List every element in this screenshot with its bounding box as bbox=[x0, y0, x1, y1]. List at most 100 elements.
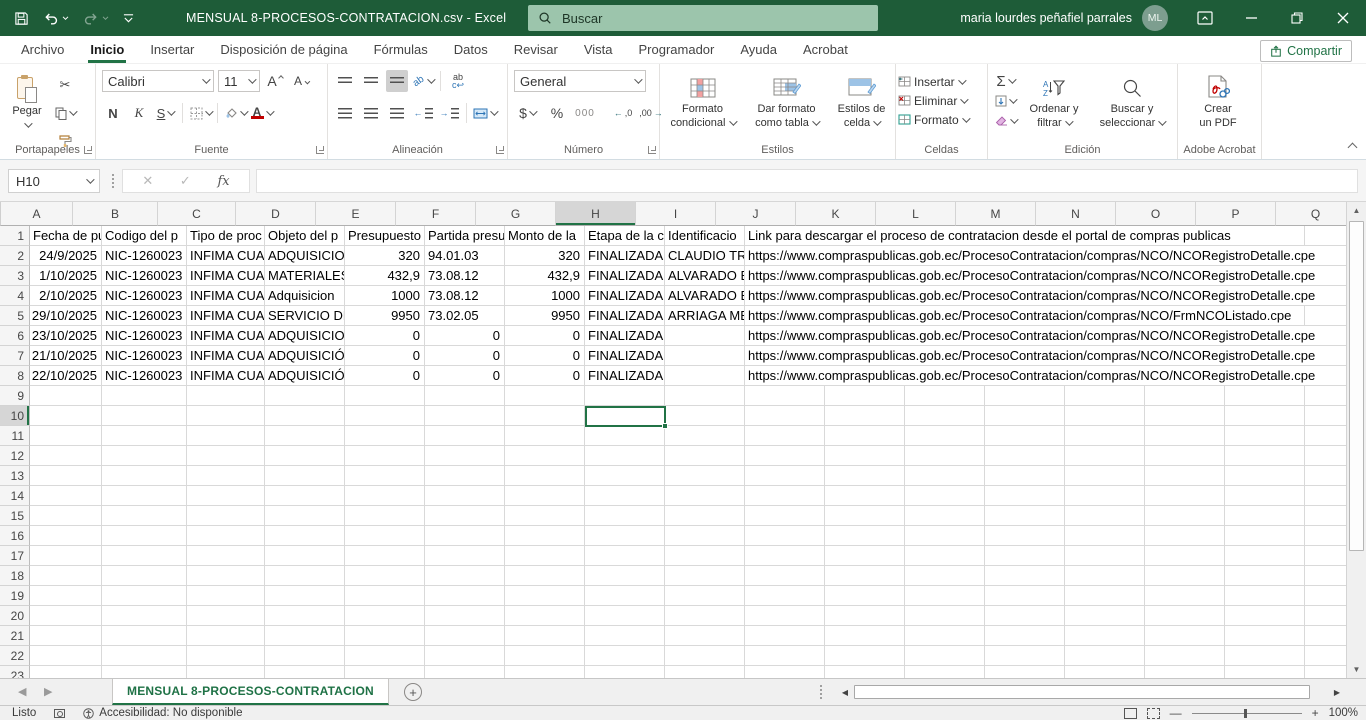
column-header-B[interactable]: B bbox=[73, 202, 158, 226]
cell-P15[interactable] bbox=[1225, 506, 1305, 526]
cell-G13[interactable] bbox=[505, 466, 585, 486]
cell-E7[interactable]: 0 bbox=[345, 346, 425, 366]
cell-B1[interactable]: Codigo del p bbox=[102, 226, 187, 246]
cell-D15[interactable] bbox=[265, 506, 345, 526]
row-header-16[interactable]: 16 bbox=[0, 526, 30, 546]
cell-E20[interactable] bbox=[345, 606, 425, 626]
cell-B3[interactable]: NIC-1260023 bbox=[102, 266, 187, 286]
cell-O20[interactable] bbox=[1145, 606, 1225, 626]
cell-C20[interactable] bbox=[187, 606, 265, 626]
undo-button[interactable] bbox=[43, 11, 69, 26]
cell-L10[interactable] bbox=[905, 406, 985, 426]
ribbon-tab-insertar[interactable]: Insertar bbox=[137, 36, 207, 63]
cell-O23[interactable] bbox=[1145, 666, 1225, 678]
cell-F13[interactable] bbox=[425, 466, 505, 486]
increase-indent-button[interactable]: → bbox=[438, 102, 460, 124]
cell-H11[interactable] bbox=[585, 426, 665, 446]
cell-Q1[interactable] bbox=[1305, 226, 1346, 246]
cell-F7[interactable]: 0 bbox=[425, 346, 505, 366]
cell-F2[interactable]: 94.01.03 bbox=[425, 246, 505, 266]
row-header-3[interactable]: 3 bbox=[0, 266, 30, 286]
format-cells-button[interactable]: Formato bbox=[896, 110, 987, 129]
redo-button[interactable] bbox=[83, 11, 109, 26]
share-button[interactable]: Compartir bbox=[1260, 40, 1352, 62]
cell-D23[interactable] bbox=[265, 666, 345, 678]
cell-Q17[interactable] bbox=[1305, 546, 1346, 566]
cell-I14[interactable] bbox=[665, 486, 745, 506]
cell-I20[interactable] bbox=[665, 606, 745, 626]
cell-P19[interactable] bbox=[1225, 586, 1305, 606]
page-layout-view-button[interactable] bbox=[1124, 708, 1137, 719]
cell-G8[interactable]: 0 bbox=[505, 366, 585, 386]
cell-A10[interactable] bbox=[30, 406, 102, 426]
row-header-4[interactable]: 4 bbox=[0, 286, 30, 306]
cell-D21[interactable] bbox=[265, 626, 345, 646]
cell-G1[interactable]: Monto de la bbox=[505, 226, 585, 246]
cell-H3[interactable]: FINALIZADA bbox=[585, 266, 665, 286]
cell-I11[interactable] bbox=[665, 426, 745, 446]
cell-B4[interactable]: NIC-1260023 bbox=[102, 286, 187, 306]
cell-F6[interactable]: 0 bbox=[425, 326, 505, 346]
ribbon-tab-disposici-n-de-p-gina[interactable]: Disposición de página bbox=[207, 36, 360, 63]
cell-B19[interactable] bbox=[102, 586, 187, 606]
cell-Q10[interactable] bbox=[1305, 406, 1346, 426]
cell-O22[interactable] bbox=[1145, 646, 1225, 666]
cell-H2[interactable]: FINALIZADA bbox=[585, 246, 665, 266]
enter-icon[interactable]: ✓ bbox=[180, 173, 191, 189]
cell-L14[interactable] bbox=[905, 486, 985, 506]
cell-Q22[interactable] bbox=[1305, 646, 1346, 666]
cell-J15[interactable] bbox=[745, 506, 825, 526]
cell-H23[interactable] bbox=[585, 666, 665, 678]
cell-I7[interactable] bbox=[665, 346, 745, 366]
cell-B18[interactable] bbox=[102, 566, 187, 586]
row-header-12[interactable]: 12 bbox=[0, 446, 30, 466]
cell-E19[interactable] bbox=[345, 586, 425, 606]
cell-B17[interactable] bbox=[102, 546, 187, 566]
cell-B5[interactable]: NIC-1260023 bbox=[102, 306, 187, 326]
cell-P23[interactable] bbox=[1225, 666, 1305, 678]
cell-N9[interactable] bbox=[1065, 386, 1145, 406]
cell-I2[interactable]: CLAUDIO TRU bbox=[665, 246, 745, 266]
cell-Q15[interactable] bbox=[1305, 506, 1346, 526]
cell-K11[interactable] bbox=[825, 426, 905, 446]
cell-G2[interactable]: 320 bbox=[505, 246, 585, 266]
create-pdf-button[interactable]: Crear un PDF bbox=[1178, 68, 1258, 131]
cell-D5[interactable]: SERVICIO DE bbox=[265, 306, 345, 326]
cell-C22[interactable] bbox=[187, 646, 265, 666]
cell-D2[interactable]: ADQUISICION bbox=[265, 246, 345, 266]
cell-M9[interactable] bbox=[985, 386, 1065, 406]
cell-H19[interactable] bbox=[585, 586, 665, 606]
cell-F8[interactable]: 0 bbox=[425, 366, 505, 386]
row-header-6[interactable]: 6 bbox=[0, 326, 30, 346]
font-color-button[interactable]: A bbox=[250, 102, 272, 124]
cell-D17[interactable] bbox=[265, 546, 345, 566]
cell-I13[interactable] bbox=[665, 466, 745, 486]
accessibility-icon[interactable] bbox=[83, 708, 94, 719]
cell-C7[interactable]: INFIMA CUANTIA bbox=[187, 346, 265, 366]
cell-Q9[interactable] bbox=[1305, 386, 1346, 406]
cell-H12[interactable] bbox=[585, 446, 665, 466]
cell-A1[interactable]: Fecha de pub bbox=[30, 226, 102, 246]
cell-C1[interactable]: Tipo de proc bbox=[187, 226, 265, 246]
align-right-button[interactable] bbox=[386, 102, 408, 124]
cell-J5[interactable]: https://www.compraspublicas.gob.ec/Proce… bbox=[745, 306, 825, 326]
cell-G17[interactable] bbox=[505, 546, 585, 566]
cell-O12[interactable] bbox=[1145, 446, 1225, 466]
cell-A3[interactable]: 1/10/2025 bbox=[30, 266, 102, 286]
cell-G7[interactable]: 0 bbox=[505, 346, 585, 366]
cell-A11[interactable] bbox=[30, 426, 102, 446]
cell-Q14[interactable] bbox=[1305, 486, 1346, 506]
cell-O11[interactable] bbox=[1145, 426, 1225, 446]
cell-N17[interactable] bbox=[1065, 546, 1145, 566]
cell-B14[interactable] bbox=[102, 486, 187, 506]
cell-P12[interactable] bbox=[1225, 446, 1305, 466]
cell-C13[interactable] bbox=[187, 466, 265, 486]
cell-G21[interactable] bbox=[505, 626, 585, 646]
cell-H18[interactable] bbox=[585, 566, 665, 586]
cell-C4[interactable]: INFIMA CUANTIA bbox=[187, 286, 265, 306]
number-dialog-launcher[interactable] bbox=[648, 146, 656, 154]
cell-K13[interactable] bbox=[825, 466, 905, 486]
cell-L13[interactable] bbox=[905, 466, 985, 486]
cell-G5[interactable]: 9950 bbox=[505, 306, 585, 326]
cell-L21[interactable] bbox=[905, 626, 985, 646]
